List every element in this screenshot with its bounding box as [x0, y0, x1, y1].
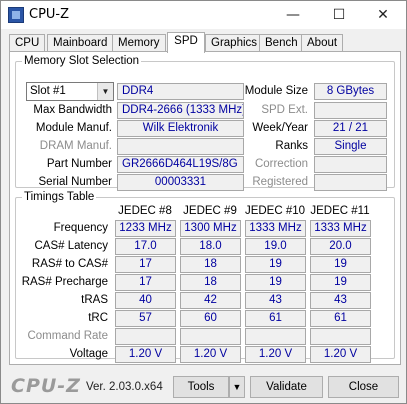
max-bandwidth-value: DDR4-2666 (1333 MHz) [117, 102, 244, 119]
part-number-label: Part Number [46, 158, 112, 170]
timing-column-header: JEDEC #8 [118, 205, 172, 217]
module-manuf-value: Wilk Elektronik [117, 120, 244, 137]
timings-group-title: Timings Table [22, 190, 97, 204]
timing-value-cell [115, 328, 176, 345]
timing-value-cell [245, 328, 306, 345]
registered-value [314, 174, 387, 191]
spd-ext-value [314, 102, 387, 119]
part-number-value: GR2666D464L19S/8G [117, 156, 244, 173]
timing-value-cell: 1333 MHz [310, 220, 371, 237]
timing-column-header: JEDEC #11 [310, 205, 370, 217]
timing-row-label: RAS# to CAS# [31, 258, 108, 270]
max-bandwidth-label: Max Bandwidth [33, 104, 112, 116]
cpuz-window: CPU-Z — ☐ ✕ CPU Mainboard Memory SPD Gra… [0, 0, 407, 404]
timing-value-cell: 43 [310, 292, 371, 309]
timing-row-label: tRC [88, 312, 108, 324]
timing-row-label: Voltage [69, 348, 108, 360]
timing-value-cell: 1.20 V [245, 346, 306, 363]
serial-number-value: 00003331 [117, 174, 244, 191]
version-text: Ver. 2.03.0.x64 [86, 381, 163, 393]
timing-column-header: JEDEC #10 [244, 205, 306, 217]
timing-value-cell: 20.0 [310, 238, 371, 255]
timing-value-cell: 1.20 V [115, 346, 176, 363]
slot-select[interactable]: Slot #1 ▼ [26, 82, 114, 101]
timing-value-cell: 1333 MHz [245, 220, 306, 237]
timing-value-cell: 1.20 V [180, 346, 241, 363]
timing-value-cell: 42 [180, 292, 241, 309]
spd-panel: Memory Slot Selection Slot #1 ▼ DDR4 Mod… [9, 51, 401, 365]
timing-column-header: JEDEC #9 [183, 205, 237, 217]
timing-row-label: RAS# Precharge [21, 276, 108, 288]
timing-value-cell: 19 [310, 274, 371, 291]
memory-type-value: DDR4 [117, 83, 244, 100]
timing-value-cell: 19 [245, 256, 306, 273]
ranks-label: Ranks [275, 140, 308, 152]
tools-button[interactable]: Tools [173, 376, 229, 398]
registered-label: Registered [252, 176, 308, 188]
timing-value-cell: 40 [115, 292, 176, 309]
timing-row-label: Command Rate [27, 330, 108, 342]
timing-value-cell [180, 328, 241, 345]
validate-button[interactable]: Validate [250, 376, 323, 398]
timing-value-cell: 17.0 [115, 238, 176, 255]
tab-about[interactable]: About [301, 34, 344, 52]
tab-strip: CPU Mainboard Memory SPD Graphics Bench … [9, 32, 401, 53]
week-year-label: Week/Year [252, 122, 308, 134]
timing-value-cell: 17 [115, 256, 176, 273]
module-manuf-label: Module Manuf. [35, 122, 112, 134]
timing-value-cell: 43 [245, 292, 306, 309]
timing-row-label: tRAS [81, 294, 108, 306]
timing-value-cell: 18 [180, 256, 241, 273]
timing-value-cell: 1300 MHz [180, 220, 241, 237]
timing-value-cell: 1233 MHz [115, 220, 176, 237]
serial-number-label: Serial Number [38, 176, 113, 188]
tab-bench[interactable]: Bench [259, 34, 304, 52]
correction-value [314, 156, 387, 173]
timing-value-cell: 60 [180, 310, 241, 327]
close-button[interactable]: Close [328, 376, 399, 398]
timing-row-label: Frequency [53, 222, 108, 234]
module-size-label: Module Size [244, 85, 308, 97]
timing-value-cell: 17 [115, 274, 176, 291]
timing-value-cell [310, 328, 371, 345]
ranks-value: Single [314, 138, 387, 155]
tab-spd[interactable]: SPD [167, 32, 205, 53]
timing-value-cell: 57 [115, 310, 176, 327]
memory-slot-group-title: Memory Slot Selection [22, 54, 142, 68]
chevron-down-icon[interactable]: ▼ [97, 83, 113, 100]
timing-value-cell: 1.20 V [310, 346, 371, 363]
maximize-button[interactable]: ☐ [317, 1, 361, 29]
dram-manuf-value [117, 138, 244, 155]
correction-label: Correction [254, 158, 308, 170]
timings-group: Timings Table JEDEC #8 JEDEC #9 JEDEC #1… [15, 190, 395, 363]
spd-ext-label: SPD Ext. [261, 104, 308, 116]
slot-select-value: Slot #1 [30, 85, 66, 97]
week-year-value: 21 / 21 [314, 120, 387, 137]
timing-value-cell: 61 [310, 310, 371, 327]
cpuz-app-icon [8, 7, 24, 23]
timing-value-cell: 61 [245, 310, 306, 327]
timing-value-cell: 18.0 [180, 238, 241, 255]
tab-cpu[interactable]: CPU [9, 34, 46, 52]
timing-value-cell: 19 [310, 256, 371, 273]
window-title: CPU-Z [29, 7, 70, 22]
dram-manuf-label: DRAM Manuf. [39, 140, 112, 152]
tab-memory[interactable]: Memory [112, 34, 166, 52]
timing-value-cell: 18 [180, 274, 241, 291]
tab-graphics[interactable]: Graphics [205, 34, 264, 52]
title-bar[interactable]: CPU-Z — ☐ ✕ [1, 1, 406, 29]
minimize-button[interactable]: — [271, 1, 315, 29]
cpuz-logo: CPU-Z [11, 375, 81, 397]
tab-mainboard[interactable]: Mainboard [47, 34, 114, 52]
close-window-button[interactable]: ✕ [361, 1, 405, 29]
memory-slot-group: Memory Slot Selection Slot #1 ▼ DDR4 Mod… [15, 54, 395, 191]
tools-dropdown-icon[interactable]: ▼ [229, 376, 245, 398]
timing-value-cell: 19.0 [245, 238, 306, 255]
timing-row-label: CAS# Latency [34, 240, 108, 252]
module-size-value: 8 GBytes [314, 83, 387, 100]
timing-value-cell: 19 [245, 274, 306, 291]
